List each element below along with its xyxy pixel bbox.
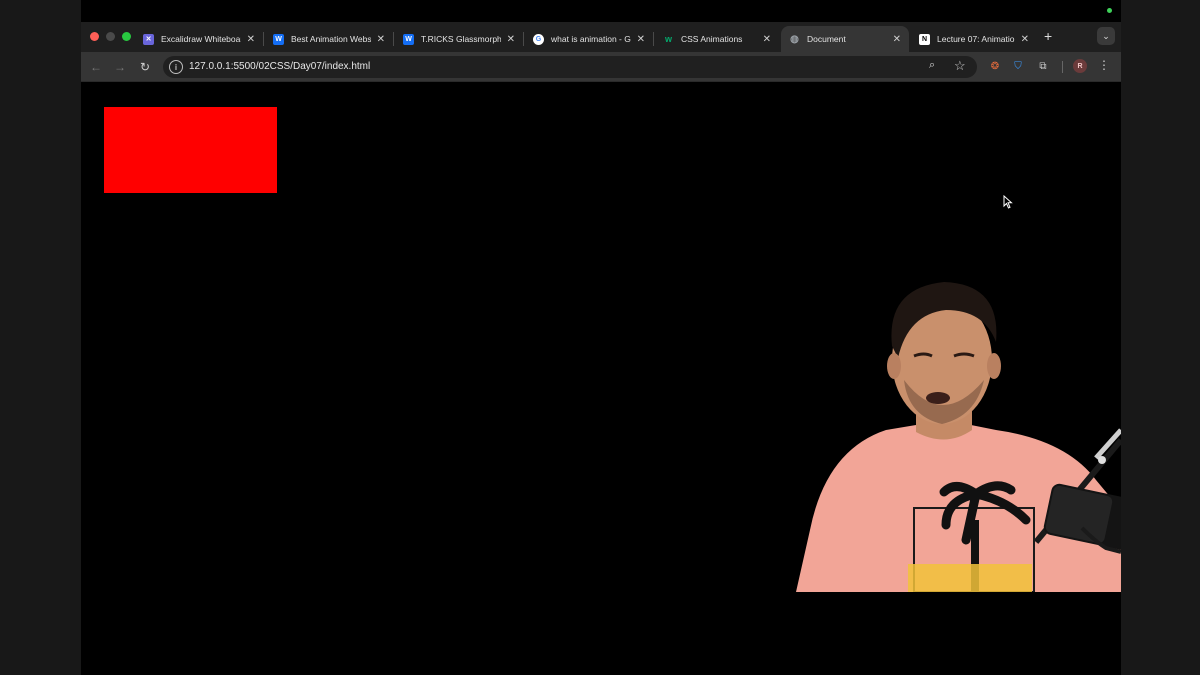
right-letterbox — [1121, 0, 1200, 675]
back-button[interactable]: ← — [87, 58, 105, 76]
tab-separator — [523, 32, 524, 46]
new-tab-button[interactable]: + — [1044, 28, 1052, 44]
tab-separator — [653, 32, 654, 46]
tab-title: Document — [807, 34, 846, 44]
tab-title: what is animation - Google Search — [551, 34, 631, 44]
webflow-icon: W — [403, 33, 414, 45]
tab-title: Lecture 07: Animations — [937, 34, 1015, 44]
tab-title: CSS Animations — [681, 34, 743, 44]
window-minimize-button[interactable] — [106, 32, 115, 41]
google-icon: G — [533, 33, 544, 45]
camera-indicator-icon — [1107, 8, 1112, 13]
site-info-icon[interactable]: i — [169, 60, 183, 74]
close-tab-icon[interactable]: ✕ — [247, 34, 255, 45]
tab-title: Best Animation Websites — [291, 34, 371, 44]
tab-css-animations[interactable]: w CSS Animations ✕ — [655, 26, 779, 52]
tab-separator — [263, 32, 264, 46]
toolbar-separator — [1062, 61, 1063, 73]
close-tab-icon[interactable]: ✕ — [377, 34, 385, 45]
webflow-icon: W — [273, 33, 284, 45]
close-tab-icon[interactable]: ✕ — [893, 34, 901, 45]
close-tab-icon[interactable]: ✕ — [1021, 34, 1029, 45]
excalidraw-icon: ✕ — [143, 33, 154, 45]
tab-excalidraw[interactable]: ✕ Excalidraw Whiteboard ✕ — [135, 26, 263, 52]
screen: ✕ Excalidraw Whiteboard ✕ W Best Animati… — [81, 0, 1121, 675]
tab-separator — [393, 32, 394, 46]
forward-button[interactable]: → — [111, 58, 129, 76]
address-bar[interactable]: i 127.0.0.1:5500/02CSS/Day07/index.html … — [163, 56, 977, 78]
close-tab-icon[interactable]: ✕ — [507, 34, 515, 45]
url-text[interactable]: 127.0.0.1:5500/02CSS/Day07/index.html — [189, 61, 370, 72]
bookmark-star-icon[interactable]: ☆ — [954, 58, 966, 74]
extensions-puzzle-icon[interactable]: ⧉ — [1036, 59, 1050, 73]
globe-icon: ◍ — [790, 33, 799, 45]
tab-document[interactable]: ◍ Document ✕ — [781, 26, 909, 52]
menu-kebab-icon[interactable]: ⋮ — [1098, 58, 1110, 72]
close-tab-icon[interactable]: ✕ — [763, 34, 771, 45]
red-box — [104, 107, 277, 193]
extension-icon[interactable]: ⛉ — [1011, 59, 1025, 73]
tab-google-search[interactable]: G what is animation - Google Search ✕ — [525, 26, 653, 52]
webcam-overlay — [796, 282, 1121, 592]
notion-icon: N — [919, 33, 930, 45]
tab-strip: ✕ Excalidraw Whiteboard ✕ W Best Animati… — [81, 22, 1121, 52]
tab-title: T.RICKS Glassmorphism — [421, 34, 501, 44]
window-close-button[interactable] — [90, 32, 99, 41]
browser-toolbar: ← → ↻ i 127.0.0.1:5500/02CSS/Day07/index… — [81, 52, 1121, 82]
w3schools-icon: w — [664, 34, 672, 44]
extension-icon[interactable]: ❂ — [988, 59, 1002, 73]
menubar-strip — [81, 0, 1121, 22]
window-maximize-button[interactable] — [122, 32, 131, 41]
tab-lecture[interactable]: N Lecture 07: Animations ✕ — [911, 26, 1037, 52]
profile-avatar[interactable]: R — [1073, 59, 1087, 73]
left-letterbox — [0, 0, 81, 675]
reload-button[interactable]: ↻ — [136, 58, 154, 76]
close-tab-icon[interactable]: ✕ — [637, 34, 645, 45]
tab-best-animation[interactable]: W Best Animation Websites ✕ — [265, 26, 393, 52]
zoom-icon[interactable]: ⌕ — [929, 59, 935, 72]
tab-search-button[interactable]: ⌄ — [1097, 27, 1115, 45]
tab-tricks[interactable]: W T.RICKS Glassmorphism ✕ — [395, 26, 523, 52]
tab-title: Excalidraw Whiteboard — [161, 34, 241, 44]
mouse-cursor-icon — [1003, 195, 1013, 209]
